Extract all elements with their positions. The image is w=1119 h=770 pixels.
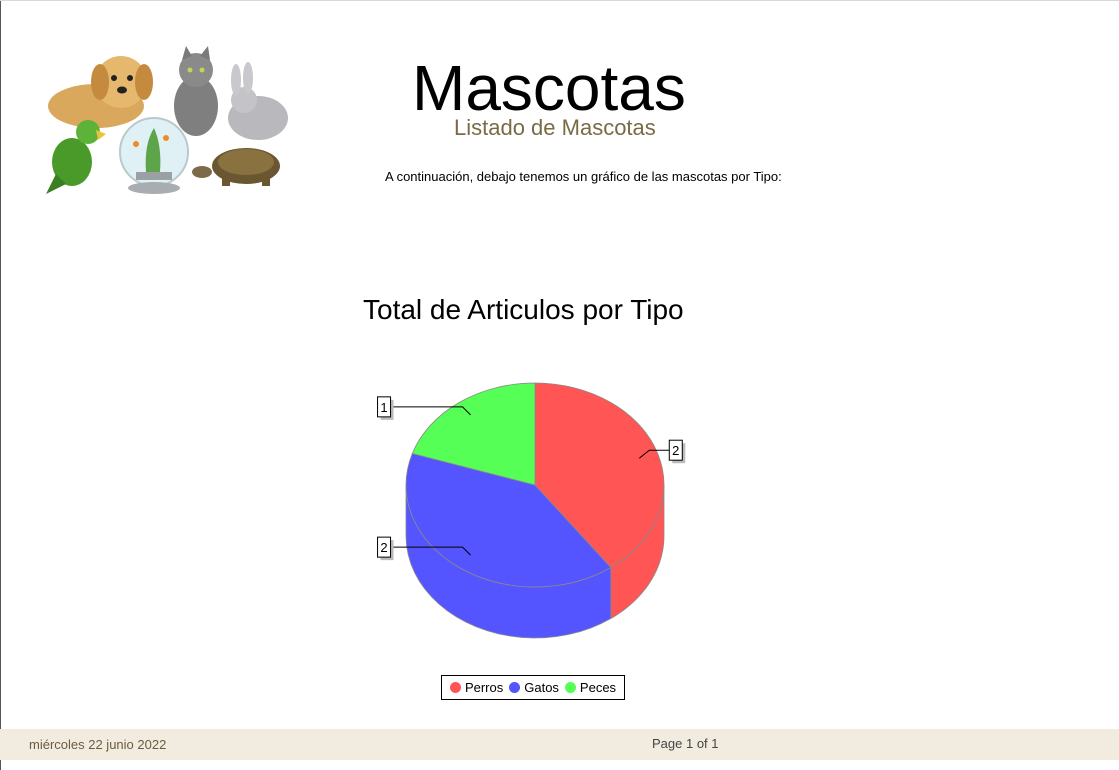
pie-chart: 2 2 1	[377, 382, 686, 639]
page-subtitle: Listado de Mascotas	[454, 115, 656, 140]
legend-item-gatos: Gatos	[509, 680, 559, 695]
legend-swatch-gatos	[509, 682, 521, 693]
page-title: Mascotas	[412, 52, 686, 124]
legend-label-peces: Peces	[579, 680, 617, 695]
chart-title: Total de Articulos por Tipo	[363, 294, 684, 325]
data-label-peces: 1	[380, 400, 387, 415]
footer-date: miércoles 22 junio 2022	[29, 737, 167, 752]
legend-swatch-perros	[449, 682, 461, 693]
page-footer: miércoles 22 junio 2022 Page 1 of 1	[0, 729, 1119, 760]
legend-label-perros: Perros	[464, 680, 504, 695]
footer-page-number: Page 1 of 1	[652, 736, 719, 751]
page-top-border	[0, 0, 1119, 1]
legend-label-gatos: Gatos	[524, 680, 559, 695]
data-label-perros: 2	[672, 443, 679, 458]
legend-item-peces: Peces	[564, 680, 617, 695]
legend-swatch-peces	[564, 682, 576, 693]
legend-item-perros: Perros	[449, 680, 504, 695]
data-label-gatos: 2	[380, 540, 387, 555]
page-left-border	[0, 0, 1, 770]
intro-text: A continuación, debajo tenemos un gráfic…	[385, 169, 782, 184]
pets-logo-image	[46, 46, 288, 194]
chart-legend: Perros Gatos Peces	[441, 675, 625, 700]
